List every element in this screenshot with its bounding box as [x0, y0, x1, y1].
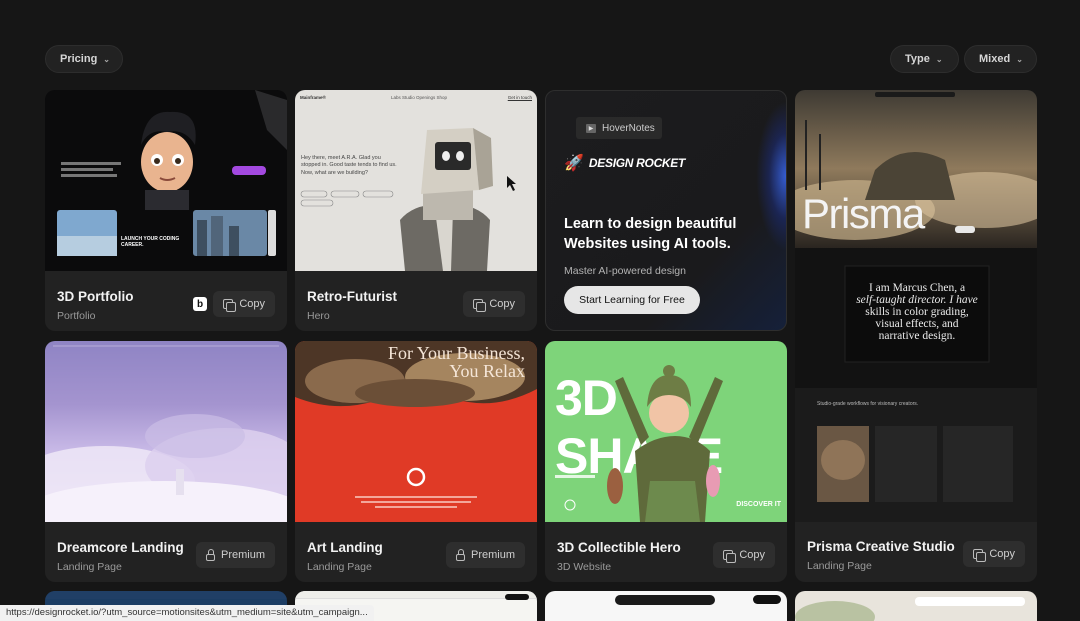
template-card[interactable]: 3D SHAPE DISCOVER IT 3D Collectible Hero… [545, 341, 787, 582]
art-headline: For Your Business, You Relax [295, 344, 537, 380]
template-card[interactable]: LAUNCH YOUR CODING CAREER. 3D Portfolio … [45, 90, 287, 331]
pricing-label: Pricing [60, 53, 98, 65]
promo-subtext: Master AI-powered design [564, 265, 686, 277]
card-thumbnail[interactable]: For Your Business, You Relax [295, 341, 537, 522]
card-thumbnail[interactable] [45, 591, 287, 599]
card-thumbnail[interactable]: LAUNCH YOUR CODING CAREER. [45, 90, 287, 271]
card-thumbnail[interactable]: Mainframe® Labs Studio Openings Shop Get… [295, 90, 537, 271]
card-subtitle: Landing Page [57, 561, 122, 573]
nav-cta [753, 595, 781, 604]
card-title: 3D Collectible Hero [557, 540, 681, 555]
dreamcore-preview [45, 345, 287, 522]
card-thumbnail[interactable]: Prisma I am Marcus Chen, a self-taught d… [795, 90, 1037, 522]
nav-cta [505, 594, 529, 600]
card-title: Art Landing [307, 540, 383, 555]
mixed-filter[interactable]: Mixed ⌄ [964, 45, 1037, 73]
card-title: 3D Portfolio [57, 289, 134, 304]
type-filter[interactable]: Type ⌄ [890, 45, 959, 73]
play-icon: ▶ [586, 123, 596, 133]
pricing-filter[interactable]: Pricing ⌄ [45, 45, 123, 73]
copy-icon [223, 299, 237, 312]
art-headline-line: You Relax [449, 361, 525, 381]
copy-icon [973, 549, 987, 562]
copy-button[interactable]: Copy [213, 291, 275, 317]
prisma-logo-text: Prisma [802, 190, 925, 237]
hovernotes-pill[interactable]: ▶ HoverNotes [576, 117, 662, 139]
prisma-bio-line: narrative design. [878, 330, 956, 343]
chevron-down-icon: ⌄ [935, 54, 943, 64]
promo-card[interactable]: ▶ HoverNotes 🚀 DESIGN ROCKET Learn to de… [545, 90, 787, 331]
prisma-bio-line: self-taught director. I have [856, 294, 978, 307]
copy-icon [723, 550, 737, 563]
type-label: Type [905, 53, 930, 65]
card-subtitle: 3D Website [557, 561, 612, 573]
template-card[interactable]: Prisma I am Marcus Chen, a self-taught d… [795, 90, 1037, 582]
lock-icon [455, 548, 465, 561]
retro-preview [300, 128, 516, 271]
copy-label: Copy [489, 298, 515, 310]
card-subtitle: Hero [307, 310, 330, 322]
collectible-preview [555, 365, 723, 522]
hovernotes-label: HoverNotes [602, 122, 655, 134]
copy-icon [473, 299, 487, 312]
card-title: Prisma Creative Studio [807, 539, 955, 554]
lock-icon [205, 548, 215, 561]
premium-button[interactable]: Premium [445, 542, 525, 568]
prisma-strip-text: Studio-grade workflows for visionary cre… [817, 401, 919, 407]
copy-label: Copy [989, 548, 1015, 560]
chevron-down-icon: ⌄ [103, 54, 110, 64]
art-headline-line: For Your Business, [387, 343, 525, 363]
chevron-down-icon: ⌄ [1016, 54, 1023, 64]
nav-pill [615, 595, 715, 605]
promo-headline: Learn to design beautiful Websites using… [564, 216, 737, 252]
copy-button[interactable]: Copy [713, 542, 775, 568]
card-subtitle: Portfolio [57, 310, 96, 322]
status-url: https://designrocket.io/?utm_source=moti… [0, 605, 374, 621]
copy-label: Copy [239, 298, 265, 310]
brand-name: DESIGN ROCKET [588, 156, 686, 170]
card-title: Dreamcore Landing [57, 540, 184, 555]
card-subtitle: Landing Page [807, 560, 872, 572]
portfolio-cta-text: LAUNCH YOUR CODING CAREER. [121, 236, 180, 248]
template-card[interactable] [795, 591, 1037, 621]
template-card[interactable]: For Your Business, You Relax Art Landing… [295, 341, 537, 582]
copy-label: Copy [739, 549, 765, 561]
card-thumbnail[interactable]: 3D SHAPE DISCOVER IT [545, 341, 787, 522]
prisma-bio-line: skills in color grading, [865, 306, 969, 319]
template-card[interactable]: Mainframe® Labs Studio Openings Shop Get… [295, 90, 537, 331]
premium-button[interactable]: Premium [195, 542, 275, 568]
brand-logo: 🚀 DESIGN ROCKET [564, 153, 685, 173]
template-card[interactable]: Dreamcore Landing Landing Page Premium [45, 341, 287, 582]
mixed-label: Mixed [979, 53, 1011, 65]
card-subtitle: Landing Page [307, 561, 372, 573]
card-title: Retro-Futurist [307, 289, 397, 304]
start-learning-button[interactable]: Start Learning for Free [564, 286, 700, 314]
rocket-icon: 🚀 [564, 155, 584, 172]
template-card[interactable] [545, 591, 787, 621]
premium-label: Premium [470, 549, 515, 561]
copy-button[interactable]: Copy [963, 541, 1025, 567]
framework-badge-icon: b [193, 297, 207, 311]
copy-button[interactable]: Copy [463, 291, 525, 317]
prisma-bio-line: visual effects, and [875, 318, 959, 331]
card-thumbnail [795, 597, 1025, 621]
premium-label: Premium [220, 549, 265, 561]
discover-cta: DISCOVER IT [736, 501, 781, 508]
prisma-bio: I am Marcus Chen, a self-taught director… [845, 282, 989, 342]
prisma-bio-line: I am Marcus Chen, a [868, 282, 966, 294]
card-thumbnail[interactable] [45, 341, 287, 522]
card-thumbnail[interactable] [295, 591, 537, 599]
